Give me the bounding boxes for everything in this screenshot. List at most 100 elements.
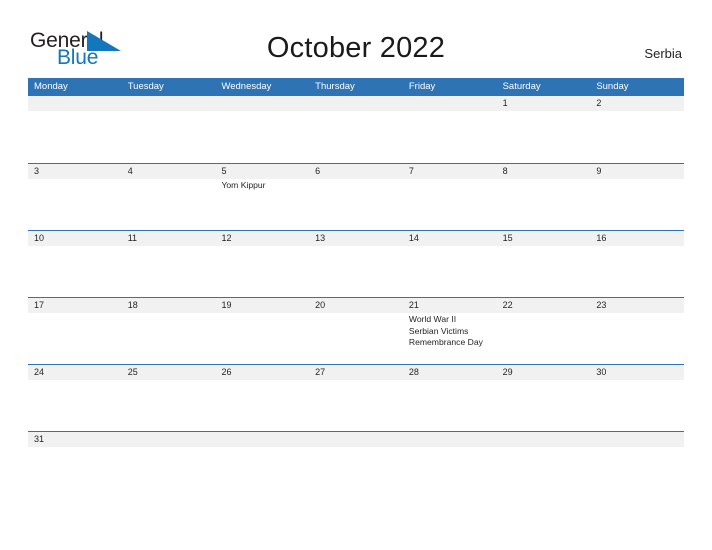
day-number[interactable]: 1: [497, 96, 591, 111]
day-cell[interactable]: [215, 447, 309, 470]
day-cell[interactable]: [309, 313, 403, 363]
day-number[interactable]: 9: [590, 164, 684, 179]
day-number[interactable]: 10: [28, 231, 122, 246]
day-number[interactable]: [122, 432, 216, 447]
day-number[interactable]: 15: [497, 231, 591, 246]
day-number[interactable]: 29: [497, 365, 591, 380]
day-cell[interactable]: [215, 380, 309, 430]
day-number[interactable]: 31: [28, 432, 122, 447]
week-date-band: 17 18 19 20 21 22 23: [28, 298, 684, 313]
week-body: [28, 380, 684, 430]
day-cell[interactable]: [403, 246, 497, 296]
day-number[interactable]: 30: [590, 365, 684, 380]
day-number[interactable]: 20: [309, 298, 403, 313]
day-number[interactable]: [215, 96, 309, 111]
week-body: World War II Serbian Victims Remembrance…: [28, 313, 684, 363]
day-cell[interactable]: [497, 179, 591, 229]
day-cell[interactable]: [215, 246, 309, 296]
week-date-band: 1 2: [28, 96, 684, 111]
day-cell[interactable]: [122, 179, 216, 229]
day-cell[interactable]: [122, 246, 216, 296]
general-blue-logo[interactable]: General Blue: [30, 30, 150, 70]
day-cell[interactable]: [215, 111, 309, 161]
day-cell[interactable]: [28, 246, 122, 296]
day-cell[interactable]: [497, 313, 591, 363]
week-date-band: 3 4 5 6 7 8 9: [28, 164, 684, 179]
day-number[interactable]: 26: [215, 365, 309, 380]
day-cell[interactable]: [403, 111, 497, 161]
day-number[interactable]: 19: [215, 298, 309, 313]
day-number[interactable]: 2: [590, 96, 684, 111]
day-number[interactable]: 7: [403, 164, 497, 179]
day-cell[interactable]: [497, 380, 591, 430]
day-number[interactable]: 6: [309, 164, 403, 179]
day-cell[interactable]: [309, 111, 403, 161]
day-cell[interactable]: [28, 313, 122, 363]
day-number[interactable]: [309, 96, 403, 111]
day-cell[interactable]: [590, 313, 684, 363]
weekday-header-wednesday: Wednesday: [221, 81, 272, 92]
day-number[interactable]: 28: [403, 365, 497, 380]
day-number[interactable]: 18: [122, 298, 216, 313]
day-number[interactable]: 13: [309, 231, 403, 246]
day-number[interactable]: [309, 432, 403, 447]
day-number[interactable]: 4: [122, 164, 216, 179]
day-cell[interactable]: [309, 179, 403, 229]
day-cell[interactable]: [497, 246, 591, 296]
day-cell[interactable]: [590, 179, 684, 229]
day-cell[interactable]: [309, 380, 403, 430]
day-number[interactable]: [28, 96, 122, 111]
day-number[interactable]: 17: [28, 298, 122, 313]
day-number[interactable]: 22: [497, 298, 591, 313]
weekday-header-row: Monday Tuesday Wednesday Thursday Friday…: [28, 78, 684, 96]
day-number[interactable]: [497, 432, 591, 447]
day-number[interactable]: 14: [403, 231, 497, 246]
day-cell[interactable]: [28, 111, 122, 161]
week-body: Yom Kippur: [28, 179, 684, 229]
day-number[interactable]: 8: [497, 164, 591, 179]
day-cell[interactable]: [122, 380, 216, 430]
day-cell[interactable]: World War II Serbian Victims Remembrance…: [403, 313, 497, 363]
day-cell[interactable]: [215, 313, 309, 363]
day-cell[interactable]: [403, 380, 497, 430]
week-date-band: 24 25 26 27 28 29 30: [28, 365, 684, 380]
day-cell[interactable]: [497, 111, 591, 161]
day-cell[interactable]: [403, 179, 497, 229]
week-body: [28, 111, 684, 161]
day-cell[interactable]: [122, 313, 216, 363]
day-cell[interactable]: [309, 447, 403, 470]
weekday-header-friday: Friday: [408, 81, 436, 92]
day-number[interactable]: [590, 432, 684, 447]
day-number[interactable]: [403, 96, 497, 111]
day-number[interactable]: 16: [590, 231, 684, 246]
day-number[interactable]: 5: [215, 164, 309, 179]
week-row: 24 25 26 27 28 29 30: [28, 364, 684, 431]
day-cell[interactable]: [122, 447, 216, 470]
day-cell[interactable]: [28, 447, 122, 470]
day-cell[interactable]: [497, 447, 591, 470]
day-cell[interactable]: [28, 380, 122, 430]
day-cell[interactable]: [590, 380, 684, 430]
day-cell[interactable]: [590, 111, 684, 161]
day-number[interactable]: 24: [28, 365, 122, 380]
day-number[interactable]: [215, 432, 309, 447]
day-number[interactable]: 27: [309, 365, 403, 380]
day-number[interactable]: 3: [28, 164, 122, 179]
day-number[interactable]: [122, 96, 216, 111]
day-number[interactable]: 21: [403, 298, 497, 313]
week-body: [28, 246, 684, 296]
day-number[interactable]: 11: [122, 231, 216, 246]
day-number[interactable]: 25: [122, 365, 216, 380]
day-cell[interactable]: Yom Kippur: [215, 179, 309, 229]
day-events: Yom Kippur: [221, 180, 266, 190]
day-cell[interactable]: [309, 246, 403, 296]
day-number[interactable]: 12: [215, 231, 309, 246]
day-number[interactable]: [403, 432, 497, 447]
day-cell[interactable]: [122, 111, 216, 161]
day-number[interactable]: 23: [590, 298, 684, 313]
day-cell[interactable]: [590, 246, 684, 296]
day-cell[interactable]: [590, 447, 684, 470]
day-cell[interactable]: [28, 179, 122, 229]
day-cell[interactable]: [403, 447, 497, 470]
weekday-header-monday: Monday: [34, 81, 68, 92]
